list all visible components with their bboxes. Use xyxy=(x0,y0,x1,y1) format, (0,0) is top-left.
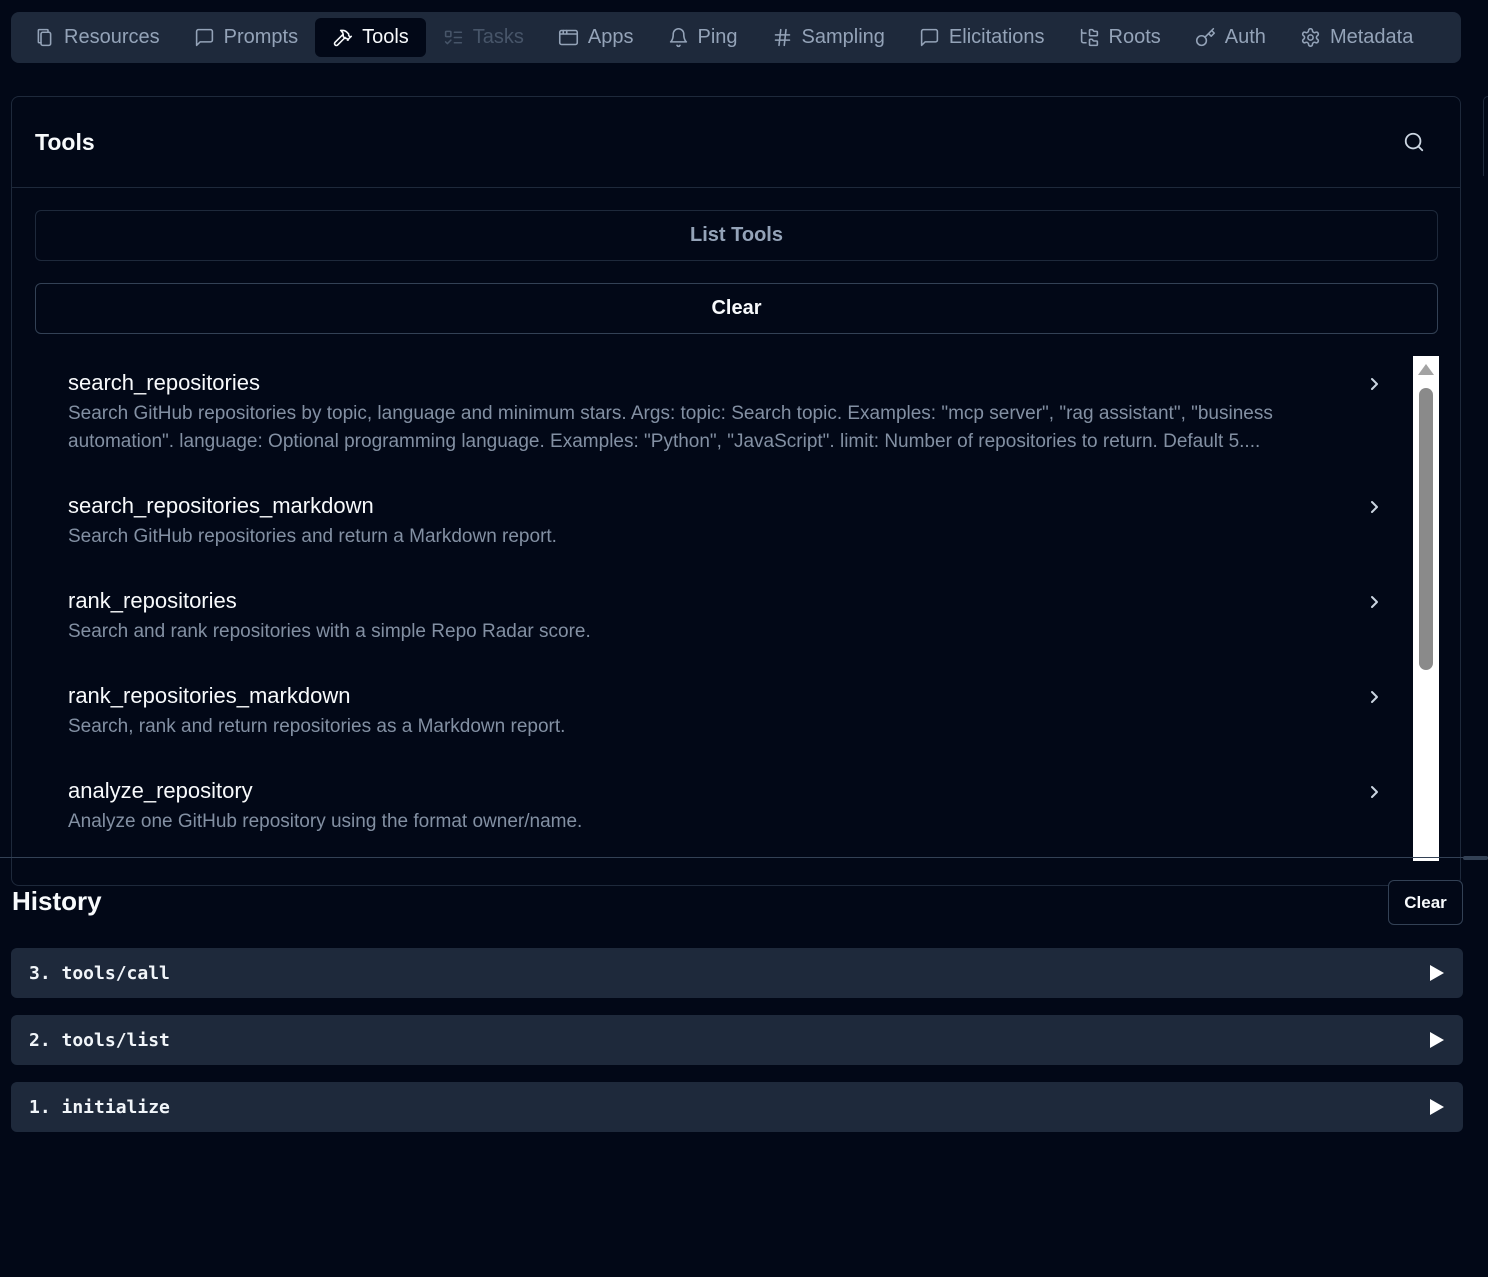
tool-list: search_repositories Search GitHub reposi… xyxy=(35,356,1410,861)
bell-icon xyxy=(669,28,687,48)
resize-handle[interactable] xyxy=(1463,856,1488,860)
tool-name: rank_repositories_markdown xyxy=(68,683,351,708)
tab-apps[interactable]: Apps xyxy=(541,18,651,57)
tab-resources[interactable]: Resources xyxy=(17,18,177,57)
history-entry[interactable]: 2. tools/list xyxy=(11,1015,1463,1065)
folder-tree-icon xyxy=(1080,28,1098,47)
panel-divider xyxy=(0,857,1488,858)
tab-label: Elicitations xyxy=(948,26,1045,48)
tab-sampling[interactable]: Sampling xyxy=(755,18,902,57)
tab-metadata[interactable]: Metadata xyxy=(1283,18,1430,57)
clear-tools-button[interactable]: Clear xyxy=(35,283,1438,334)
search-icon[interactable] xyxy=(1403,131,1425,153)
tool-description: Search, rank and return repositories as … xyxy=(68,716,566,737)
tool-item-rank-repositories[interactable]: rank_repositories Search and rank reposi… xyxy=(35,588,1410,646)
history-entry-label: 2. tools/list xyxy=(29,1029,170,1051)
tool-name: rank_repositories xyxy=(68,588,237,613)
side-panel-edge xyxy=(1483,96,1488,176)
panel-title: Tools xyxy=(35,128,95,155)
tab-label: Roots xyxy=(1108,26,1161,48)
tool-item-rank-repositories-markdown[interactable]: rank_repositories_markdown Search, rank … xyxy=(35,683,1410,741)
tools-panel-header: Tools xyxy=(12,97,1460,188)
tab-prompts[interactable]: Prompts xyxy=(177,18,315,57)
scroll-up-arrow-icon[interactable] xyxy=(1418,364,1434,375)
tool-item-search-repositories[interactable]: search_repositories Search GitHub reposi… xyxy=(35,370,1410,456)
history-title: History xyxy=(12,886,102,916)
tab-label: Metadata xyxy=(1329,26,1414,48)
tab-auth[interactable]: Auth xyxy=(1178,18,1283,57)
main-tab-bar: Resources Prompts Tools Tasks Apps Ping … xyxy=(11,12,1461,63)
tool-name: search_repositories xyxy=(68,370,260,395)
settings-icon xyxy=(1301,27,1320,47)
tab-roots[interactable]: Roots xyxy=(1062,18,1178,57)
message-square-icon xyxy=(195,28,213,47)
tab-label: Prompts xyxy=(223,26,299,48)
chevron-right-icon xyxy=(1371,378,1378,390)
tab-tasks: Tasks xyxy=(426,18,541,57)
tool-name: search_repositories_markdown xyxy=(68,493,374,518)
tool-item-analyze-repository[interactable]: analyze_repository Analyze one GitHub re… xyxy=(35,778,1410,836)
tool-name: analyze_repository xyxy=(68,778,253,803)
tool-description: Search GitHub repositories and return a … xyxy=(68,526,557,547)
app-window-icon xyxy=(558,29,578,46)
chevron-right-icon xyxy=(1371,786,1378,798)
tab-label: Sampling xyxy=(801,26,885,48)
tab-elicitations[interactable]: Elicitations xyxy=(902,18,1062,57)
tool-description: Search GitHub repositories by topic, lan… xyxy=(68,403,1273,452)
clear-history-button[interactable]: Clear xyxy=(1388,880,1463,925)
hash-icon xyxy=(774,28,790,47)
tool-description: Search and rank repositories with a simp… xyxy=(68,621,591,642)
message-square-icon xyxy=(920,28,939,47)
list-tools-button[interactable]: List Tools xyxy=(35,210,1438,261)
chevron-right-icon xyxy=(1371,596,1378,608)
history-entry[interactable]: 3. tools/call xyxy=(11,948,1463,998)
list-todo-icon xyxy=(444,30,462,45)
tab-ping[interactable]: Ping xyxy=(651,18,755,57)
scrollbar-thumb[interactable] xyxy=(1419,388,1433,670)
tab-label: Resources xyxy=(64,26,160,48)
expand-triangle-icon xyxy=(1430,965,1444,981)
expand-triangle-icon xyxy=(1430,1099,1444,1115)
tab-label: Tools xyxy=(362,26,409,48)
tools-panel: Tools List Tools Clear search_repositori… xyxy=(11,96,1461,886)
chevron-right-icon xyxy=(1371,501,1378,513)
history-entry[interactable]: 1. initialize xyxy=(11,1082,1463,1132)
expand-triangle-icon xyxy=(1430,1032,1444,1048)
key-icon xyxy=(1195,27,1215,47)
history-entry-label: 1. initialize xyxy=(29,1096,170,1118)
tool-item-search-repositories-markdown[interactable]: search_repositories_markdown Search GitH… xyxy=(35,493,1410,551)
tab-tools[interactable]: Tools xyxy=(315,18,426,57)
tab-label: Ping xyxy=(697,26,738,48)
tool-description: Analyze one GitHub repository using the … xyxy=(68,811,583,832)
tool-list-scrollbar[interactable] xyxy=(1413,356,1439,861)
history-entry-label: 3. tools/call xyxy=(29,962,170,984)
tab-label: Auth xyxy=(1224,26,1266,48)
hammer-icon xyxy=(333,29,353,47)
files-icon xyxy=(37,28,52,47)
tab-label: Tasks xyxy=(472,26,524,48)
chevron-right-icon xyxy=(1371,691,1378,703)
tab-label: Apps xyxy=(587,26,634,48)
